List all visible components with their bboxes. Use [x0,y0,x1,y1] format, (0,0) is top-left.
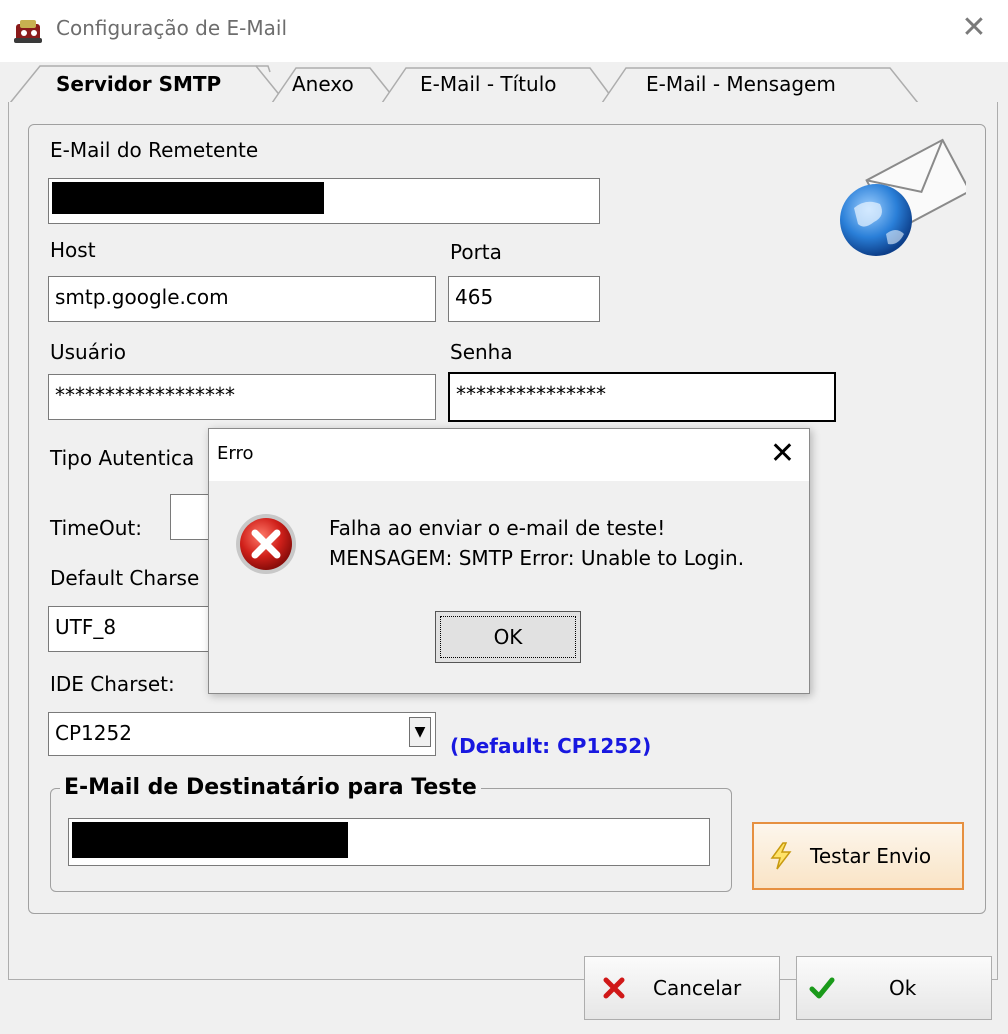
error-icon [236,514,296,574]
chevron-down-icon[interactable]: ▼ [409,717,431,747]
ide-charset-default-note: (Default: CP1252) [450,734,652,758]
timeout-label: TimeOut: [50,516,142,540]
window-titlebar: Configuração de E-Mail ✕ [0,0,1008,62]
user-value: ****************** [55,383,235,407]
email-globe-icon [840,138,966,256]
test-send-button[interactable]: Testar Envio [752,822,964,890]
password-value: *************** [456,382,606,406]
port-value: 465 [455,285,494,309]
default-charset-field[interactable]: UTF_8 [48,606,228,652]
test-recipient-group-title: E-Mail de Destinatário para Teste [60,775,481,800]
port-label: Porta [450,240,502,264]
ide-charset-label: IDE Charset: [50,672,175,696]
window-close-icon[interactable]: ✕ [958,12,990,44]
user-label: Usuário [50,340,127,364]
default-charset-value: UTF_8 [55,615,117,639]
password-label: Senha [450,340,513,364]
dialog-message-line1: Falha ao enviar o e-mail de teste! [329,516,666,540]
host-value: smtp.google.com [55,285,229,309]
host-label: Host [50,238,96,262]
cancel-label: Cancelar [653,976,742,1000]
ide-charset-select[interactable]: CP1252 ▼ [48,712,436,756]
dialog-titlebar: Erro ✕ [209,429,809,481]
dialog-close-icon[interactable]: ✕ [770,437,795,471]
tab-bar: Servidor SMTP Anexo E-Mail - Título E-Ma… [0,62,1008,104]
check-icon [809,975,835,1001]
cancel-button[interactable]: Cancelar [584,956,780,1020]
host-field[interactable]: smtp.google.com [48,276,436,322]
password-field[interactable]: *************** [448,372,836,422]
dialog-message: Falha ao enviar o e-mail de teste! MENSA… [329,513,744,573]
sender-label: E-Mail do Remetente [50,138,259,162]
tab-email-mensagem[interactable]: E-Mail - Mensagem [646,72,836,96]
port-field[interactable]: 465 [448,276,600,322]
window-title: Configuração de E-Mail [56,16,288,40]
lightning-icon [768,842,794,870]
default-charset-label: Default Charse [50,566,200,590]
dialog-ok-label: OK [493,625,523,649]
dialog-ok-button[interactable]: OK [435,611,581,663]
ok-button[interactable]: Ok [796,956,992,1020]
dialog-message-line2: MENSAGEM: SMTP Error: Unable to Login. [329,546,745,570]
x-icon [601,975,627,1001]
ok-label: Ok [889,976,917,1000]
ide-charset-value: CP1252 [55,721,132,745]
redacted-recipient [72,822,348,858]
error-dialog: Erro ✕ Falha ao enviar o e-mail de teste… [208,428,810,694]
auth-type-label: Tipo Autentica [50,446,195,470]
dialog-ok-focus: OK [440,616,576,658]
tab-servidor-smtp[interactable]: Servidor SMTP [56,72,221,96]
redacted-sender [52,182,324,214]
user-field[interactable]: ****************** [48,374,436,420]
tab-email-titulo[interactable]: E-Mail - Título [420,72,557,96]
test-send-label: Testar Envio [810,844,932,868]
tab-anexo[interactable]: Anexo [292,72,354,96]
dialog-title: Erro [217,443,254,464]
app-icon [14,20,42,43]
